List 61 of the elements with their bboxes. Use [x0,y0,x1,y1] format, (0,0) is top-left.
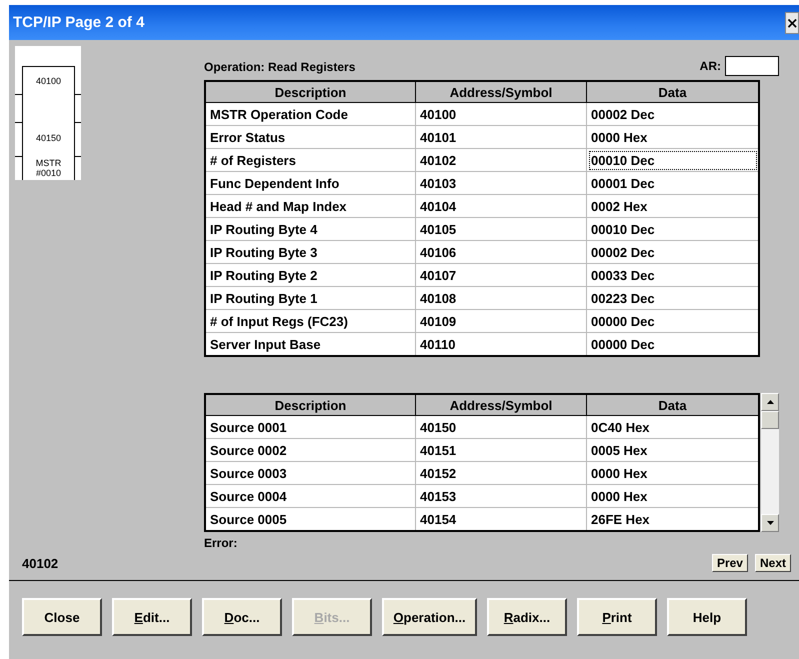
description-cell[interactable]: # of Input Regs (FC23) [205,310,416,332]
up-arrow-icon [766,400,774,404]
operation-label: Operation: Read Registers [204,60,356,76]
dialog-button[interactable]: Print [577,598,657,636]
dialog-button[interactable]: Edit... [112,598,192,636]
block-label: 40100 [34,76,62,86]
dialog-button[interactable]: Doc... [202,598,282,636]
current-address: 40102 [22,554,58,570]
address-cell[interactable]: 40150 [416,416,586,438]
column-header: Description [205,81,416,102]
description-cell[interactable]: Source 0003 [205,462,416,484]
scroll-down-button[interactable] [761,514,779,532]
description-cell[interactable]: Func Dependent Info [205,172,416,194]
error-label: Error: [204,536,238,550]
scrollbar[interactable] [761,393,779,532]
description-cell[interactable]: # of Registers [205,148,416,172]
ar-label: AR: [700,59,721,73]
description-cell[interactable]: IP Routing Byte 4 [205,218,416,240]
address-cell[interactable]: 40105 [416,218,586,240]
data-cell[interactable]: 00001 Dec [586,172,759,194]
page-nav-button[interactable]: Next [754,554,791,572]
window-title: TCP/IP Page 2 of 4 [13,14,144,31]
page-nav-button[interactable]: Prev [712,554,748,572]
description-cell[interactable]: MSTR Operation Code [205,102,416,126]
address-cell[interactable]: 40152 [416,462,586,484]
block-label: MSTR #0010 [34,158,62,178]
description-cell[interactable]: IP Routing Byte 3 [205,240,416,264]
column-header: Address/Symbol [416,394,586,416]
down-arrow-icon [766,521,774,525]
address-cell[interactable]: 40108 [416,286,586,310]
close-button[interactable]: × [785,12,799,34]
column-header: Data [586,81,759,102]
dialog-button[interactable]: Close [22,598,102,636]
column-header: Address/Symbol [416,81,586,102]
address-cell[interactable]: 40153 [416,484,586,508]
dialog-button[interactable]: Help [667,598,747,636]
address-cell[interactable]: 40151 [416,438,586,462]
description-cell[interactable]: IP Routing Byte 1 [205,286,416,310]
address-cell[interactable]: 40109 [416,310,586,332]
data-cell[interactable]: 00010 Dec [586,148,759,172]
description-cell[interactable]: Error Status [205,126,416,148]
description-cell[interactable]: IP Routing Byte 2 [205,264,416,286]
dialog-button[interactable]: Radix... [487,598,567,636]
address-cell[interactable]: 40106 [416,240,586,264]
scroll-up-button[interactable] [761,393,779,411]
description-cell[interactable]: Source 0004 [205,484,416,508]
dialog-button[interactable]: Operation... [382,598,477,636]
address-cell[interactable]: 40102 [416,148,586,172]
description-cell[interactable]: Head # and Map Index [205,194,416,218]
column-header: Description [205,394,416,416]
address-cell[interactable]: 40103 [416,172,586,194]
column-header: Data [586,394,759,416]
address-cell[interactable]: 40104 [416,194,586,218]
ar-input-field[interactable] [725,56,779,76]
address-cell[interactable]: 40100 [416,102,586,126]
address-cell[interactable]: 40107 [416,264,586,286]
description-cell[interactable]: Source 0002 [205,438,416,462]
block-label: 40150 [34,133,62,143]
scroll-thumb[interactable] [761,411,779,429]
address-cell[interactable]: 40101 [416,126,586,148]
description-cell[interactable]: Source 0001 [205,416,416,438]
